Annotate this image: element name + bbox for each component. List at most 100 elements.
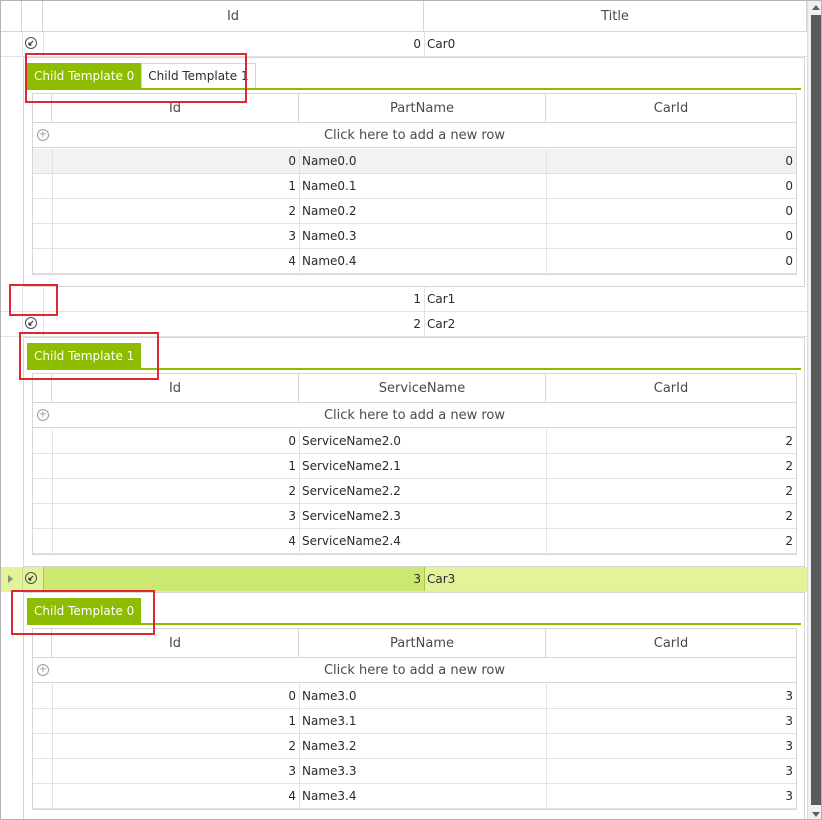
column-header-id[interactable]: Id: [52, 629, 299, 658]
collapse-icon[interactable]: [25, 37, 37, 49]
column-header-title[interactable]: Title: [424, 1, 807, 32]
cell-carid[interactable]: 3: [546, 759, 796, 784]
cell-name[interactable]: Name3.3: [299, 759, 546, 784]
cell-id[interactable]: 3: [44, 567, 424, 591]
child-row[interactable]: 0 ServiceName2.0 2: [33, 429, 796, 454]
cell-name[interactable]: ServiceName2.0: [299, 429, 546, 454]
cell-id[interactable]: 2: [52, 479, 299, 504]
child-row[interactable]: 1 Name3.1 3: [33, 709, 796, 734]
cell-id[interactable]: 1: [52, 454, 299, 479]
add-new-row[interactable]: + Click here to add a new row: [33, 658, 796, 683]
cell-carid[interactable]: 0: [546, 199, 796, 224]
cell-carid[interactable]: 2: [546, 529, 796, 554]
cell-id[interactable]: 3: [52, 504, 299, 529]
cell-carid[interactable]: 3: [546, 784, 796, 809]
child-row[interactable]: 2 Name0.2 0: [33, 199, 796, 224]
child-row[interactable]: 2 ServiceName2.2 2: [33, 479, 796, 504]
child-row[interactable]: 3 Name3.3 3: [33, 759, 796, 784]
cell-carid[interactable]: 0: [546, 249, 796, 274]
cell-name[interactable]: Name0.0: [299, 149, 546, 174]
child-row[interactable]: 3 ServiceName2.3 2: [33, 504, 796, 529]
child-row[interactable]: 4 Name0.4 0: [33, 249, 796, 274]
cell-id[interactable]: 2: [52, 199, 299, 224]
column-header-id[interactable]: Id: [52, 374, 299, 403]
cell-id[interactable]: 0: [52, 429, 299, 454]
cell-name[interactable]: Name3.4: [299, 784, 546, 809]
cell-name[interactable]: Name0.4: [299, 249, 546, 274]
cell-title[interactable]: Car2: [424, 312, 807, 336]
scroll-up-icon[interactable]: [812, 5, 820, 10]
cell-carid[interactable]: 2: [546, 429, 796, 454]
cell-title[interactable]: Car0: [424, 32, 807, 56]
scroll-down-icon[interactable]: [812, 812, 820, 817]
cell-id[interactable]: 1: [52, 709, 299, 734]
cell-name[interactable]: ServiceName2.4: [299, 529, 546, 554]
child-row[interactable]: 1 ServiceName2.1 2: [33, 454, 796, 479]
cell-carid[interactable]: 2: [546, 454, 796, 479]
cell-carid[interactable]: 3: [546, 709, 796, 734]
child-row[interactable]: 0 Name0.0 0: [33, 149, 796, 174]
template-tabs: Child Template 0 Child Template 1: [27, 63, 256, 88]
cell-carid[interactable]: 0: [546, 149, 796, 174]
child-row[interactable]: 1 Name0.1 0: [33, 174, 796, 199]
cell-id[interactable]: 3: [52, 759, 299, 784]
cell-id[interactable]: 0: [52, 149, 299, 174]
grid-row[interactable]: 1 Car1: [1, 287, 807, 312]
cell-id[interactable]: 0: [43, 32, 424, 56]
cell-name[interactable]: Name0.3: [299, 224, 546, 249]
child-row[interactable]: 4 Name3.4 3: [33, 784, 796, 809]
cell-name[interactable]: Name0.1: [299, 174, 546, 199]
cell-id[interactable]: 2: [52, 734, 299, 759]
scrollbar-thumb[interactable]: [811, 15, 821, 805]
cell-carid[interactable]: 2: [546, 504, 796, 529]
current-row-indicator-icon: [8, 575, 13, 583]
cell-id[interactable]: 3: [52, 224, 299, 249]
cell-id[interactable]: 0: [52, 684, 299, 709]
cell-name[interactable]: ServiceName2.2: [299, 479, 546, 504]
column-header-partname[interactable]: PartName: [299, 94, 546, 123]
cell-carid[interactable]: 2: [546, 479, 796, 504]
column-header-carid[interactable]: CarId: [546, 94, 796, 123]
add-new-row-label: Click here to add a new row: [323, 663, 506, 678]
cell-name[interactable]: Name3.1: [299, 709, 546, 734]
cell-title[interactable]: Car1: [424, 287, 807, 311]
cell-id[interactable]: 1: [43, 287, 424, 311]
tab-child-template-0[interactable]: Child Template 0: [27, 598, 142, 623]
vertical-scrollbar[interactable]: [807, 1, 821, 819]
grid-row-selected[interactable]: 3 Car3: [1, 567, 807, 592]
collapse-icon[interactable]: [25, 572, 37, 584]
grid-row[interactable]: 0 Car0: [1, 32, 807, 57]
cell-id[interactable]: 4: [52, 249, 299, 274]
cell-name[interactable]: Name3.0: [299, 684, 546, 709]
cell-id[interactable]: 2: [43, 312, 424, 336]
cell-carid[interactable]: 3: [546, 684, 796, 709]
add-new-row[interactable]: + Click here to add a new row: [33, 123, 796, 148]
tab-child-template-0[interactable]: Child Template 0: [27, 63, 142, 88]
column-header-carid[interactable]: CarId: [546, 374, 796, 403]
column-header-id[interactable]: Id: [43, 1, 424, 32]
collapse-icon[interactable]: [25, 317, 37, 329]
child-row[interactable]: 2 Name3.2 3: [33, 734, 796, 759]
cell-name[interactable]: Name0.2: [299, 199, 546, 224]
cell-name[interactable]: ServiceName2.3: [299, 504, 546, 529]
cell-carid[interactable]: 0: [546, 224, 796, 249]
tab-child-template-1[interactable]: Child Template 1: [27, 343, 142, 368]
column-header-servicename[interactable]: ServiceName: [299, 374, 546, 403]
cell-name[interactable]: ServiceName2.1: [299, 454, 546, 479]
cell-name[interactable]: Name3.2: [299, 734, 546, 759]
cell-id[interactable]: 4: [52, 784, 299, 809]
tab-child-template-1[interactable]: Child Template 1: [141, 63, 256, 88]
child-row[interactable]: 0 Name3.0 3: [33, 684, 796, 709]
add-new-row[interactable]: + Click here to add a new row: [33, 403, 796, 428]
child-row[interactable]: 4 ServiceName2.4 2: [33, 529, 796, 554]
column-header-id[interactable]: Id: [52, 94, 299, 123]
child-row[interactable]: 3 Name0.3 0: [33, 224, 796, 249]
cell-carid[interactable]: 3: [546, 734, 796, 759]
cell-id[interactable]: 1: [52, 174, 299, 199]
cell-title[interactable]: Car3: [424, 567, 807, 591]
column-header-carid[interactable]: CarId: [546, 629, 796, 658]
cell-carid[interactable]: 0: [546, 174, 796, 199]
grid-row[interactable]: 2 Car2: [1, 312, 807, 337]
cell-id[interactable]: 4: [52, 529, 299, 554]
column-header-partname[interactable]: PartName: [299, 629, 546, 658]
